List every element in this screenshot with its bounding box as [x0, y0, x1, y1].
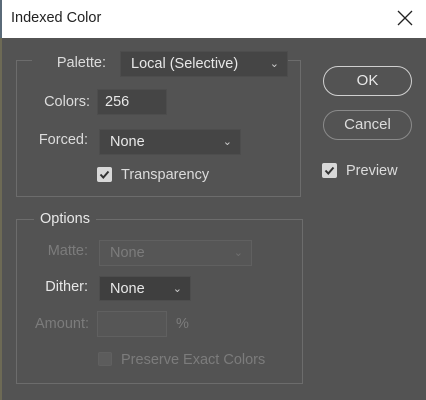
- matte-label: Matte:: [47, 243, 88, 259]
- colors-input[interactable]: 256: [97, 89, 167, 115]
- colors-label: Colors:: [44, 94, 90, 110]
- chevron-down-icon: ⌄: [172, 283, 182, 295]
- cancel-button[interactable]: Cancel: [323, 110, 412, 140]
- options-title: Options: [34, 211, 96, 227]
- forced-dropdown[interactable]: None ⌄: [99, 129, 241, 155]
- transparency-label[interactable]: Transparency: [121, 167, 209, 183]
- preserve-exact-colors-label[interactable]: Preserve Exact Colors: [121, 352, 265, 368]
- dither-dropdown[interactable]: None ⌄: [99, 276, 191, 301]
- preserve-exact-colors-checkbox[interactable]: [98, 352, 112, 366]
- forced-value: None: [110, 134, 145, 150]
- close-icon[interactable]: [394, 7, 416, 29]
- chevron-down-icon: ⌄: [222, 136, 232, 148]
- dither-label: Dither:: [45, 279, 88, 295]
- forced-label: Forced:: [38, 132, 88, 148]
- amount-input[interactable]: [97, 311, 167, 337]
- amount-label: Amount:: [35, 316, 89, 332]
- dialog-title: Indexed Color: [11, 10, 102, 26]
- checkmark-icon: [324, 166, 335, 175]
- chevron-down-icon: ⌄: [269, 58, 279, 70]
- ok-button[interactable]: OK: [323, 66, 412, 96]
- transparency-checkbox[interactable]: [97, 167, 112, 182]
- palette-dropdown[interactable]: Local (Selective) ⌄: [120, 51, 288, 77]
- dither-value: None: [110, 281, 145, 297]
- preview-label[interactable]: Preview: [346, 163, 398, 179]
- chevron-down-icon: ⌄: [233, 247, 243, 259]
- checkmark-icon: [99, 170, 110, 179]
- amount-unit: %: [176, 316, 189, 332]
- matte-value: None: [110, 245, 145, 261]
- palette-label: Palette:: [56, 55, 106, 71]
- matte-dropdown[interactable]: None ⌄: [99, 240, 252, 266]
- preview-checkbox[interactable]: [322, 163, 337, 178]
- window-edge: [0, 38, 2, 400]
- palette-value: Local (Selective): [131, 56, 239, 72]
